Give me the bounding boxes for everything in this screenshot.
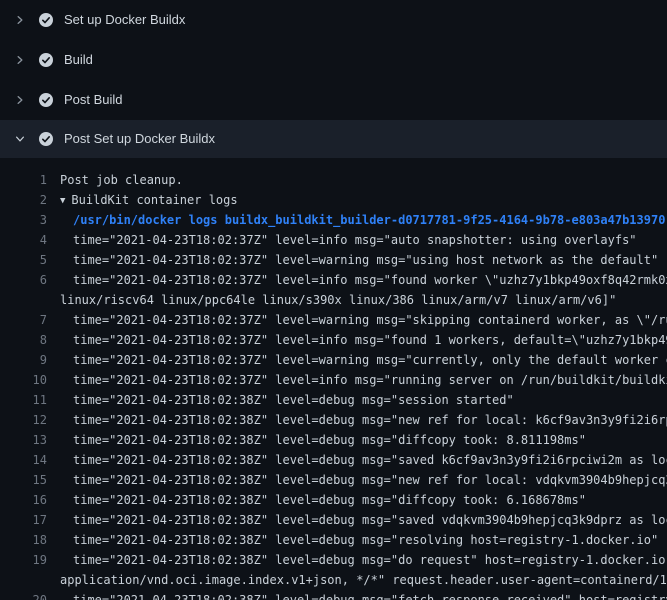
log-text: time="2021-04-23T18:02:38Z" level=debug … — [73, 433, 586, 447]
log-text: time="2021-04-23T18:02:38Z" level=debug … — [73, 453, 667, 467]
line-number[interactable]: 6 — [0, 270, 47, 290]
step-label: Build — [64, 52, 93, 68]
check-circle-icon — [38, 52, 54, 68]
log-line: 12 time="2021-04-23T18:02:38Z" level=deb… — [0, 410, 667, 430]
log-text: time="2021-04-23T18:02:38Z" level=debug … — [73, 533, 658, 547]
line-number[interactable]: 19 — [0, 550, 47, 570]
log-line: application/vnd.oci.image.index.v1+json,… — [0, 570, 667, 590]
log-area: 1 Post job cleanup. 2 ▼ BuildKit containe… — [0, 158, 667, 600]
log-line: 9 time="2021-04-23T18:02:37Z" level=warn… — [0, 350, 667, 370]
log-line: 13 time="2021-04-23T18:02:38Z" level=deb… — [0, 430, 667, 450]
line-number[interactable]: 4 — [0, 230, 47, 250]
log-text: time="2021-04-23T18:02:38Z" level=debug … — [73, 513, 667, 527]
log-text: time="2021-04-23T18:02:37Z" level=warnin… — [73, 353, 667, 367]
check-circle-icon — [38, 92, 54, 108]
log-line: 14 time="2021-04-23T18:02:38Z" level=deb… — [0, 450, 667, 470]
workflow-log-viewer: Set up Docker Buildx Build Post Build Po… — [0, 0, 667, 600]
line-number[interactable]: 18 — [0, 530, 47, 550]
log-line: 20 time="2021-04-23T18:02:38Z" level=deb… — [0, 590, 667, 600]
chevron-right-icon — [14, 54, 26, 66]
group-caret-icon[interactable]: ▼ — [60, 191, 65, 210]
chevron-right-icon — [14, 14, 26, 26]
line-number[interactable]: 2 — [0, 190, 47, 210]
step-header[interactable]: Build — [0, 40, 667, 80]
line-number[interactable]: 11 — [0, 390, 47, 410]
line-number[interactable]: 13 — [0, 430, 47, 450]
step-header[interactable]: Set up Docker Buildx — [0, 0, 667, 40]
line-number[interactable]: 5 — [0, 250, 47, 270]
step-label: Post Set up Docker Buildx — [64, 131, 215, 147]
line-number[interactable]: 20 — [0, 590, 47, 600]
log-text: time="2021-04-23T18:02:38Z" level=debug … — [73, 473, 667, 487]
step-label: Set up Docker Buildx — [64, 12, 185, 28]
log-line: 5 time="2021-04-23T18:02:37Z" level=warn… — [0, 250, 667, 270]
line-number[interactable]: 14 — [0, 450, 47, 470]
log-line: 6 time="2021-04-23T18:02:37Z" level=info… — [0, 270, 667, 290]
log-line: 11 time="2021-04-23T18:02:38Z" level=deb… — [0, 390, 667, 410]
log-text: /usr/bin/docker logs buildx_buildkit_bui… — [73, 213, 665, 227]
step-list: Set up Docker Buildx Build Post Build Po… — [0, 0, 667, 158]
log-text: time="2021-04-23T18:02:38Z" level=debug … — [73, 593, 667, 600]
log-line: 10 time="2021-04-23T18:02:37Z" level=inf… — [0, 370, 667, 390]
line-number[interactable]: 8 — [0, 330, 47, 350]
log-text: BuildKit container logs — [71, 193, 237, 207]
log-text: time="2021-04-23T18:02:37Z" level=info m… — [73, 233, 637, 247]
log-line: 8 time="2021-04-23T18:02:37Z" level=info… — [0, 330, 667, 350]
log-line: 17 time="2021-04-23T18:02:38Z" level=deb… — [0, 510, 667, 530]
log-text: time="2021-04-23T18:02:37Z" level=warnin… — [73, 253, 658, 267]
log-text: application/vnd.oci.image.index.v1+json,… — [60, 573, 667, 587]
log-text: time="2021-04-23T18:02:37Z" level=info m… — [73, 273, 667, 287]
log-line: 3 /usr/bin/docker logs buildx_buildkit_b… — [0, 210, 667, 230]
log-text: time="2021-04-23T18:02:38Z" level=debug … — [73, 493, 586, 507]
step-header[interactable]: Post Set up Docker Buildx — [0, 120, 667, 158]
log-text: time="2021-04-23T18:02:37Z" level=info m… — [73, 333, 667, 347]
line-number[interactable]: 9 — [0, 350, 47, 370]
log-line: 19 time="2021-04-23T18:02:38Z" level=deb… — [0, 550, 667, 570]
log-line: 4 time="2021-04-23T18:02:37Z" level=info… — [0, 230, 667, 250]
line-number[interactable]: 17 — [0, 510, 47, 530]
log-text: time="2021-04-23T18:02:38Z" level=debug … — [73, 393, 514, 407]
check-circle-icon — [38, 12, 54, 28]
chevron-down-icon — [14, 133, 26, 145]
log-text: Post job cleanup. — [60, 173, 183, 187]
line-number[interactable] — [0, 570, 47, 590]
check-circle-icon — [38, 131, 54, 147]
line-number[interactable]: 10 — [0, 370, 47, 390]
step-header[interactable]: Post Build — [0, 80, 667, 120]
line-number[interactable] — [0, 290, 47, 310]
log-text: time="2021-04-23T18:02:38Z" level=debug … — [73, 413, 667, 427]
log-line: 1 Post job cleanup. — [0, 170, 667, 190]
line-number[interactable]: 7 — [0, 310, 47, 330]
log-line: linux/riscv64 linux/ppc64le linux/s390x … — [0, 290, 667, 310]
log-text: time="2021-04-23T18:02:37Z" level=warnin… — [73, 313, 667, 327]
log-line: 15 time="2021-04-23T18:02:38Z" level=deb… — [0, 470, 667, 490]
step-label: Post Build — [64, 92, 123, 108]
log-line: 2 ▼ BuildKit container logs — [0, 190, 667, 210]
line-number[interactable]: 12 — [0, 410, 47, 430]
log-line: 7 time="2021-04-23T18:02:37Z" level=warn… — [0, 310, 667, 330]
log-text: linux/riscv64 linux/ppc64le linux/s390x … — [60, 293, 616, 307]
log-line: 16 time="2021-04-23T18:02:38Z" level=deb… — [0, 490, 667, 510]
log-text: time="2021-04-23T18:02:38Z" level=debug … — [73, 553, 667, 567]
chevron-right-icon — [14, 94, 26, 106]
log-text: time="2021-04-23T18:02:37Z" level=info m… — [73, 373, 667, 387]
line-number[interactable]: 16 — [0, 490, 47, 510]
log-line: 18 time="2021-04-23T18:02:38Z" level=deb… — [0, 530, 667, 550]
line-number[interactable]: 3 — [0, 210, 47, 230]
line-number[interactable]: 15 — [0, 470, 47, 490]
line-number[interactable]: 1 — [0, 170, 47, 190]
